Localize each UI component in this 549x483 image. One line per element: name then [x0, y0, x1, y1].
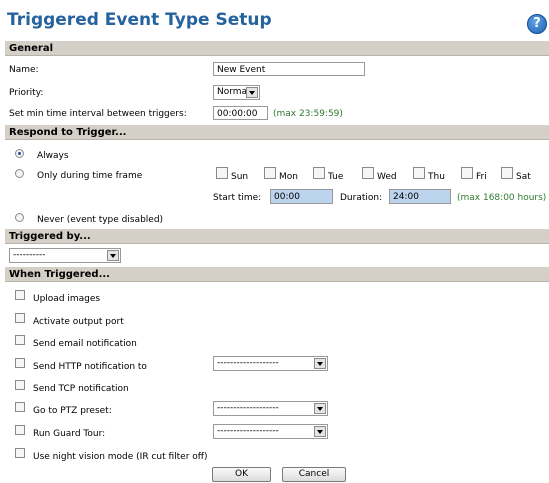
start-time-label: Start time:: [213, 193, 262, 203]
page-title: Triggered Event Type Setup: [7, 10, 272, 30]
chevron-down-icon: [107, 250, 119, 261]
day-label-wed: Wed: [377, 172, 397, 182]
guard-tour-select[interactable]: -------------------: [213, 424, 328, 439]
timeframe-label: Only during time frame: [37, 171, 143, 181]
output-port-checkbox[interactable]: [15, 313, 25, 323]
day-checkbox-fri[interactable]: [461, 167, 473, 179]
day-label-fri: Fri: [476, 172, 487, 182]
day-label-thu: Thu: [428, 172, 445, 182]
output-port-label: Activate output port: [33, 317, 124, 327]
name-label: Name:: [9, 65, 39, 75]
duration-input[interactable]: 24:00: [389, 189, 451, 204]
http-notification-checkbox[interactable]: [15, 358, 25, 368]
email-notification-checkbox[interactable]: [15, 335, 25, 345]
day-checkbox-wed[interactable]: [362, 167, 374, 179]
day-checkbox-mon[interactable]: [264, 167, 276, 179]
interval-hint: (max 23:59:59): [273, 109, 343, 119]
help-icon[interactable]: ?: [527, 14, 547, 34]
section-respond: Respond to Trigger...: [5, 125, 549, 140]
start-time-input[interactable]: 00:00: [270, 189, 333, 204]
day-label-mon: Mon: [279, 172, 298, 182]
http-recipient-select[interactable]: -------------------: [213, 356, 328, 371]
interval-input[interactable]: 00:00:00: [213, 106, 268, 120]
always-radio[interactable]: [15, 149, 24, 158]
upload-images-checkbox[interactable]: [15, 290, 25, 300]
day-checkbox-sat[interactable]: [501, 167, 513, 179]
ok-button[interactable]: OK: [212, 467, 271, 482]
guard-tour-label: Run Guard Tour:: [33, 429, 106, 439]
priority-label: Priority:: [9, 88, 44, 98]
timeframe-radio[interactable]: [15, 169, 24, 178]
day-checkbox-thu[interactable]: [413, 167, 425, 179]
name-input[interactable]: New Event: [213, 62, 365, 76]
upload-images-label: Upload images: [33, 294, 101, 304]
day-checkbox-tue[interactable]: [313, 167, 325, 179]
email-notification-label: Send email notification: [33, 339, 137, 349]
tcp-notification-label: Send TCP notification: [33, 384, 129, 394]
night-vision-checkbox[interactable]: [15, 448, 25, 458]
ptz-preset-checkbox[interactable]: [15, 402, 25, 412]
day-label-tue: Tue: [328, 172, 344, 182]
priority-value: Normal: [217, 87, 250, 97]
http-recipient-value: -------------------: [217, 358, 279, 368]
ptz-preset-select[interactable]: -------------------: [213, 401, 328, 416]
guard-tour-value: -------------------: [217, 426, 279, 436]
cancel-button[interactable]: Cancel: [282, 467, 346, 482]
trigger-source-select[interactable]: ----------: [9, 248, 121, 263]
priority-select[interactable]: Normal: [213, 85, 260, 100]
trigger-source-value: ----------: [13, 250, 46, 260]
duration-label: Duration:: [340, 193, 383, 203]
chevron-down-icon: [314, 426, 326, 437]
day-label-sun: Sun: [231, 172, 249, 182]
http-notification-label: Send HTTP notification to: [33, 362, 147, 372]
never-label: Never (event type disabled): [37, 215, 164, 225]
never-radio[interactable]: [15, 213, 24, 222]
interval-label: Set min time interval between triggers:: [9, 109, 187, 119]
section-triggered-by: Triggered by...: [5, 229, 549, 244]
day-checkbox-sun[interactable]: [216, 167, 228, 179]
tcp-notification-checkbox[interactable]: [15, 380, 25, 390]
section-general: General: [5, 41, 549, 56]
ptz-preset-value: -------------------: [217, 403, 279, 413]
duration-hint: (max 168:00 hours): [457, 193, 547, 203]
guard-tour-checkbox[interactable]: [15, 425, 25, 435]
chevron-down-icon: [314, 403, 326, 414]
night-vision-label: Use night vision mode (IR cut filter off…: [33, 452, 208, 462]
ptz-preset-label: Go to PTZ preset:: [33, 406, 112, 416]
section-when-triggered: When Triggered...: [5, 267, 549, 282]
always-label: Always: [37, 151, 69, 161]
chevron-down-icon: [246, 87, 258, 98]
chevron-down-icon: [314, 358, 326, 369]
day-label-sat: Sat: [516, 172, 531, 182]
